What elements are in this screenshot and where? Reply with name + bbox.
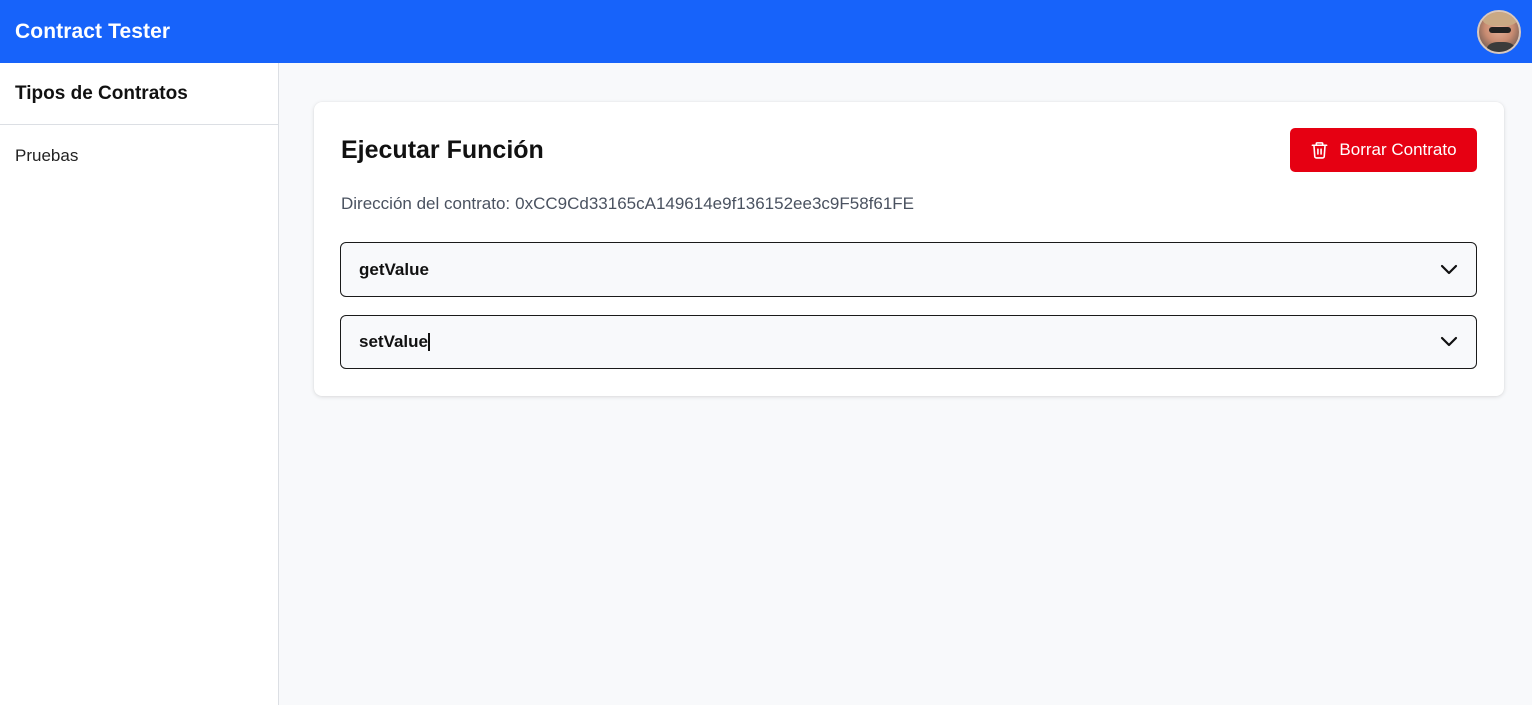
function-name: getValue [359,259,429,279]
delete-contract-label: Borrar Contrato [1339,140,1457,159]
text-cursor [428,332,430,351]
function-name: setValue [359,332,428,351]
delete-contract-button[interactable]: Borrar Contrato [1290,128,1477,172]
chevron-down-icon[interactable] [1440,336,1458,348]
user-avatar[interactable] [1477,9,1521,54]
contract-address-label: Dirección del contrato: [341,194,511,213]
avatar-body [1487,41,1515,52]
sidebar-title: Tipos de Contratos [0,63,278,125]
sidebar: Tipos de Contratos Pruebas [0,63,279,705]
avatar-glasses [1489,26,1511,33]
function-name-wrapper: setValue [359,332,430,352]
avatar-hair [1483,11,1517,26]
execute-function-card: Ejecutar Función Borrar Contrato Direcci… [314,102,1504,396]
contract-address: Dirección del contrato: 0xCC9Cd33165cA149… [341,194,914,214]
function-accordion-setvalue[interactable]: setValue [340,315,1477,369]
contract-address-value: 0xCC9Cd33165cA149614e9f136152ee3c9F58f61… [515,194,915,213]
top-app-bar: Contract Tester [0,0,1532,63]
function-accordion-getvalue[interactable]: getValue [340,242,1477,297]
sidebar-item-pruebas[interactable]: Pruebas [0,146,278,166]
trash-icon [1311,142,1328,159]
card-title: Ejecutar Función [341,136,544,164]
chevron-down-icon[interactable] [1440,264,1458,276]
app-title: Contract Tester [15,19,171,43]
